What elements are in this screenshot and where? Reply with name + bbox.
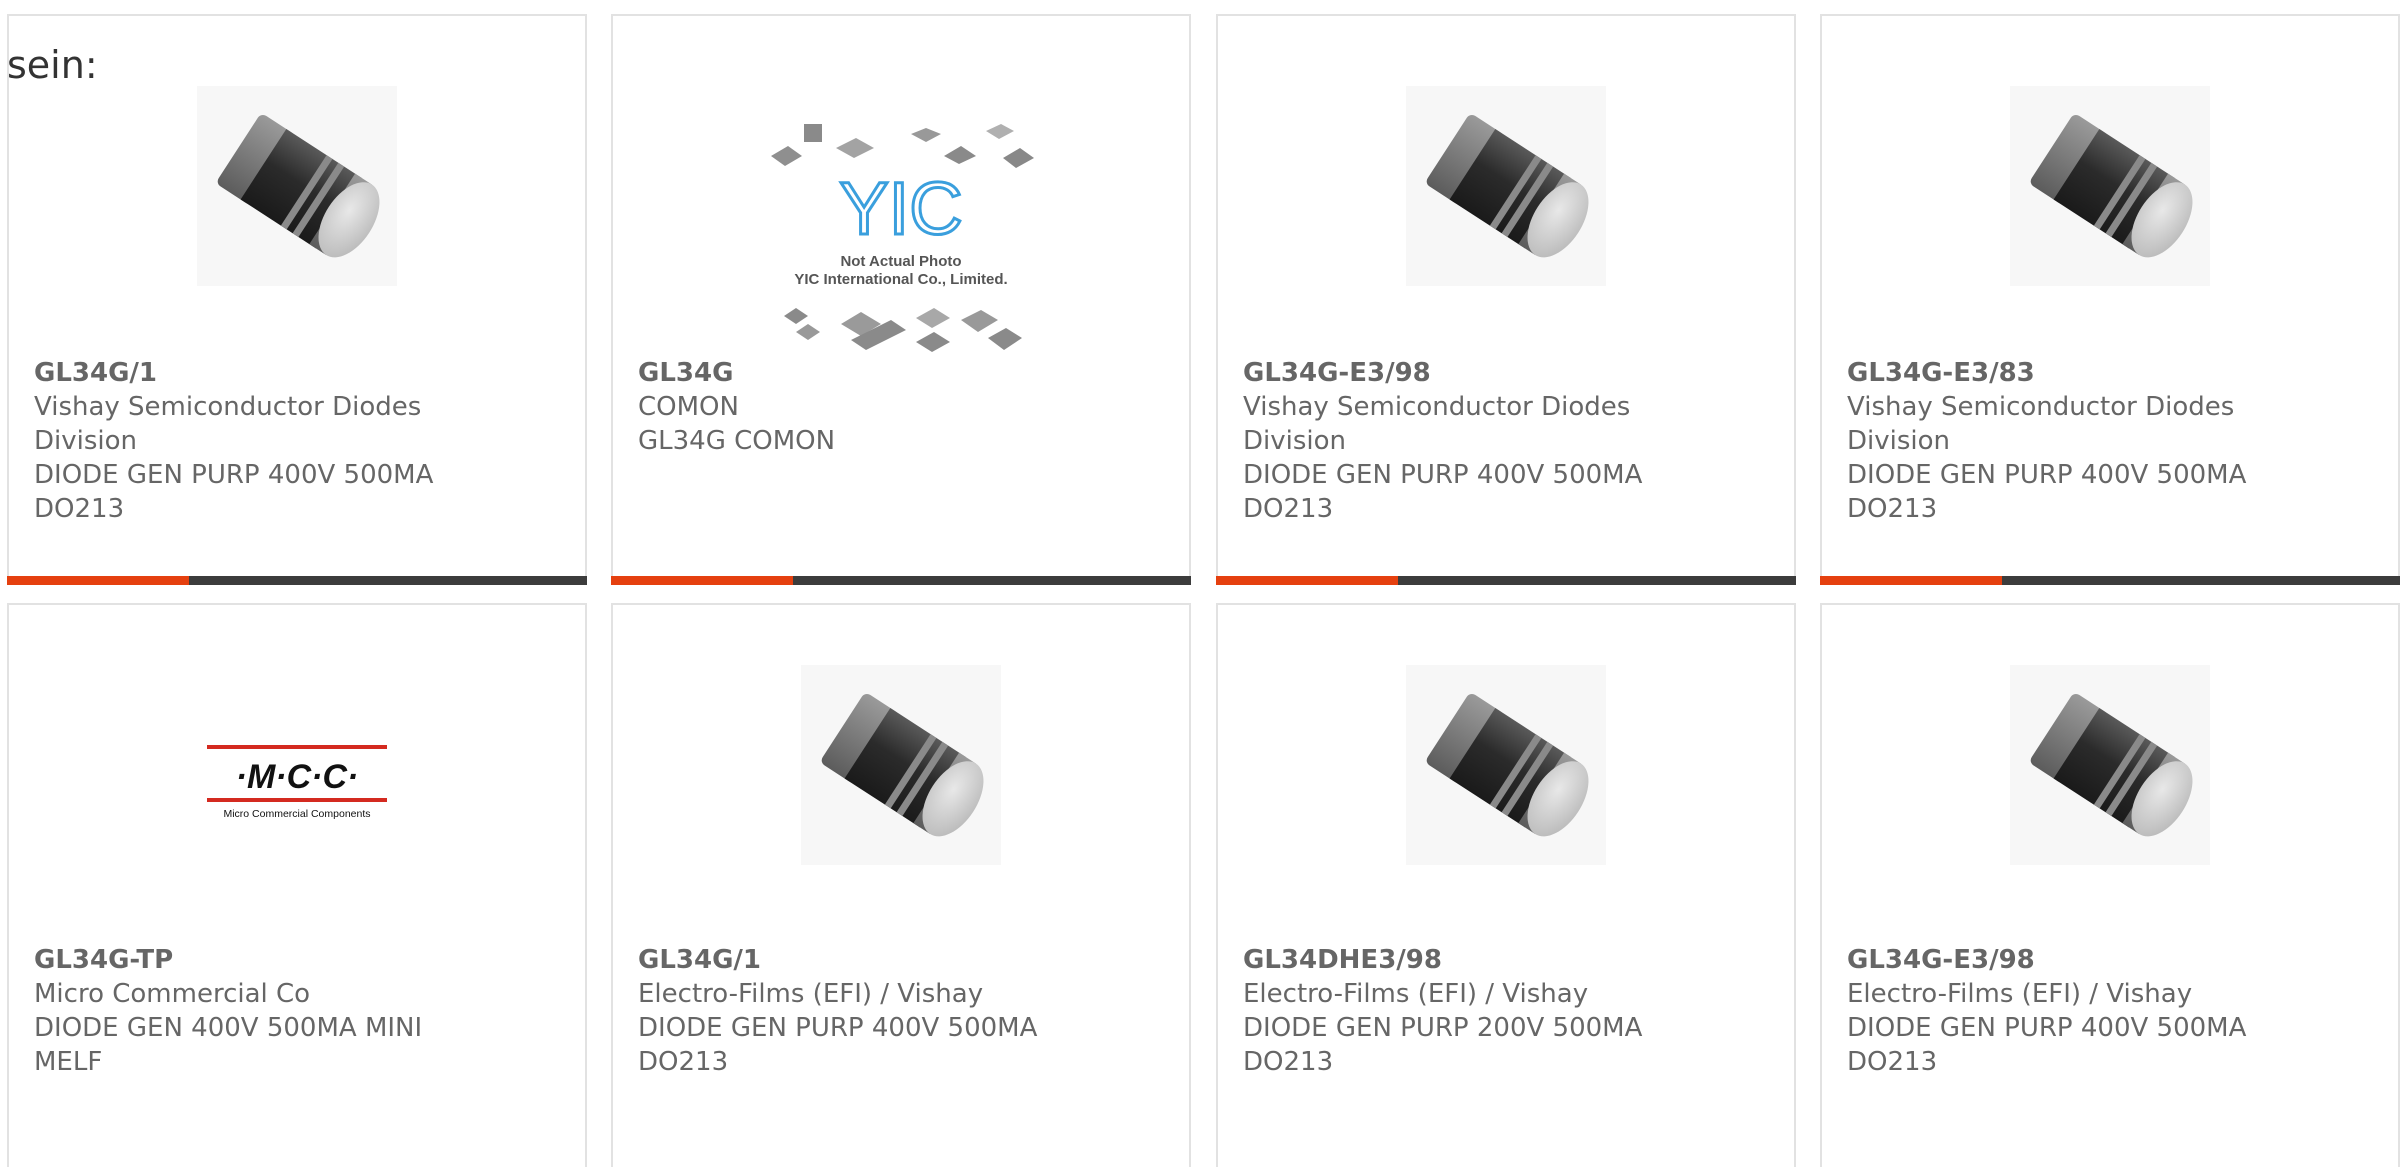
part-number[interactable]: GL34G-E3/98 bbox=[1243, 358, 1431, 388]
part-number[interactable]: GL34G bbox=[638, 358, 733, 388]
mcc-mark: ·M·C·C· bbox=[236, 758, 359, 796]
manufacturer: COMON bbox=[638, 392, 739, 422]
card-accent bbox=[1216, 576, 1398, 585]
description: DIODE GEN PURP 400V 500MA DO213 bbox=[1847, 1013, 2247, 1077]
product-card[interactable]: GL34G/1 Electro-Films (EFI) / Vishay DIO… bbox=[611, 603, 1191, 1167]
chip-cluster-top bbox=[771, 124, 1034, 168]
diode-image[interactable] bbox=[801, 665, 1001, 865]
yic-brand: YIC bbox=[839, 167, 962, 250]
card-accent bbox=[1820, 576, 2002, 585]
diode-image[interactable] bbox=[2010, 86, 2210, 286]
chip-cluster-bottom bbox=[784, 308, 1022, 352]
manufacturer: Micro Commercial Co bbox=[34, 979, 311, 1009]
diode-image[interactable] bbox=[197, 86, 397, 286]
card-underbar bbox=[611, 576, 1191, 585]
description: DIODE GEN 400V 500MA MINI MELF bbox=[34, 1013, 423, 1077]
part-number[interactable]: GL34G-E3/98 bbox=[1847, 945, 2035, 975]
part-number[interactable]: GL34G/1 bbox=[638, 945, 761, 975]
product-info: GL34G-TP Micro Commercial Co DIODE GEN 4… bbox=[34, 943, 565, 1079]
yic-line1: Not Actual Photo bbox=[840, 253, 961, 270]
manufacturer: Vishay Semiconductor Diodes Division bbox=[34, 392, 422, 456]
description: DIODE GEN PURP 200V 500MA DO213 bbox=[1243, 1013, 1643, 1077]
manufacturer: Electro-Films (EFI) / Vishay bbox=[1847, 979, 2193, 1009]
product-info: GL34G/1 Vishay Semiconductor Diodes Divi… bbox=[34, 356, 565, 526]
manufacturer: Vishay Semiconductor Diodes Division bbox=[1243, 392, 1631, 456]
card-accent bbox=[7, 576, 189, 585]
description: DIODE GEN PURP 400V 500MA DO213 bbox=[1243, 460, 1643, 524]
card-underbar bbox=[7, 576, 587, 585]
description: GL34G COMON bbox=[638, 426, 836, 456]
diode-image[interactable] bbox=[1406, 665, 1606, 865]
product-card[interactable]: GL34G-E3/83 Vishay Semiconductor Diodes … bbox=[1820, 14, 2400, 585]
part-number[interactable]: GL34G-TP bbox=[34, 945, 173, 975]
product-info: GL34G-E3/83 Vishay Semiconductor Diodes … bbox=[1847, 356, 2378, 526]
card-underbar bbox=[1216, 576, 1796, 585]
product-card[interactable]: GL34G/1 Vishay Semiconductor Diodes Divi… bbox=[7, 14, 587, 585]
description: DIODE GEN PURP 400V 500MA DO213 bbox=[34, 460, 434, 524]
product-info: GL34G/1 Electro-Films (EFI) / Vishay DIO… bbox=[638, 943, 1169, 1079]
manufacturer: Vishay Semiconductor Diodes Division bbox=[1847, 392, 2235, 456]
product-card[interactable]: GL34G-E3/98 Vishay Semiconductor Diodes … bbox=[1216, 14, 1796, 585]
product-card[interactable]: YIC Not Actual Photo YIC International C… bbox=[611, 14, 1191, 585]
part-number[interactable]: GL34DHE3/98 bbox=[1243, 945, 1442, 975]
description: DIODE GEN PURP 400V 500MA DO213 bbox=[1847, 460, 2247, 524]
mcc-subtitle: Micro Commercial Components bbox=[223, 808, 370, 820]
diode-image[interactable] bbox=[1406, 86, 1606, 286]
product-info: GL34G COMON GL34G COMON bbox=[638, 356, 1169, 458]
product-info: GL34DHE3/98 Electro-Films (EFI) / Vishay… bbox=[1243, 943, 1774, 1079]
yic-placeholder-image[interactable]: YIC Not Actual Photo YIC International C… bbox=[766, 106, 1036, 356]
yic-line2: YIC International Co., Limited. bbox=[794, 271, 1007, 288]
diode-image[interactable] bbox=[2010, 665, 2210, 865]
part-number[interactable]: GL34G/1 bbox=[34, 358, 157, 388]
mcc-logo-image[interactable]: ·M·C·C· Micro Commercial Components bbox=[197, 720, 397, 840]
manufacturer: Electro-Films (EFI) / Vishay bbox=[1243, 979, 1589, 1009]
part-number[interactable]: GL34G-E3/83 bbox=[1847, 358, 2035, 388]
product-card[interactable]: GL34G-E3/98 Electro-Films (EFI) / Vishay… bbox=[1820, 603, 2400, 1167]
product-info: GL34G-E3/98 Vishay Semiconductor Diodes … bbox=[1243, 356, 1774, 526]
product-card[interactable]: GL34DHE3/98 Electro-Films (EFI) / Vishay… bbox=[1216, 603, 1796, 1167]
card-accent bbox=[611, 576, 793, 585]
product-info: GL34G-E3/98 Electro-Films (EFI) / Vishay… bbox=[1847, 943, 2378, 1079]
product-grid-page: sein: GL34G/1 Vishay Semiconductor Diode… bbox=[0, 0, 2400, 1167]
card-underbar bbox=[1820, 576, 2400, 585]
manufacturer: Electro-Films (EFI) / Vishay bbox=[638, 979, 984, 1009]
product-card[interactable]: ·M·C·C· Micro Commercial Components GL34… bbox=[7, 603, 587, 1167]
description: DIODE GEN PURP 400V 500MA DO213 bbox=[638, 1013, 1038, 1077]
intro-text: sein: bbox=[7, 43, 98, 87]
